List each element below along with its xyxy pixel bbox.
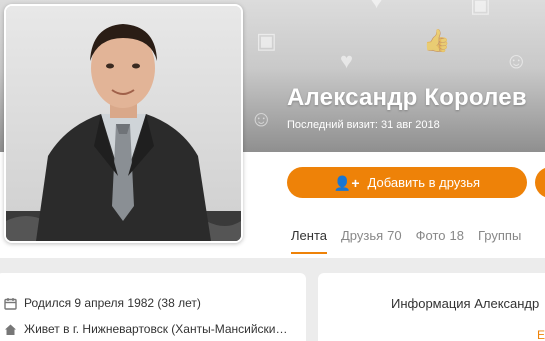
heart-icon: ♥ <box>370 0 384 13</box>
add-friend-label: Добавить в друзья <box>367 175 481 190</box>
avatar[interactable] <box>4 4 243 243</box>
profile-page: ▣ 👍 ♥ ☺ ☺ ▣ ♥ Александр Королев Последни… <box>0 0 545 341</box>
tab-feed[interactable]: Лента <box>291 228 327 254</box>
lives-row: Живет в г. Нижневартовск (Ханты-Мансийск… <box>4 322 288 336</box>
birth-row: Родился 9 апреля 1982 (38 лет) <box>4 296 201 310</box>
smile-icon: ☺ <box>505 48 528 73</box>
tab-photos-count: 18 <box>449 228 464 243</box>
home-icon <box>5 324 16 335</box>
heart-icon: ♥ <box>340 48 354 73</box>
photo-icon: ▣ <box>470 0 491 17</box>
info-card-title: Информация Александр <box>391 296 540 311</box>
add-friend-button[interactable]: 👤+ Добавить в друзья <box>287 167 527 198</box>
photo-icon: ▣ <box>256 28 277 53</box>
lives-text[interactable]: Живет в г. Нижневартовск (Ханты-Мансийск… <box>24 322 288 336</box>
like-icon: 👍 <box>423 28 451 53</box>
avatar-photo <box>6 6 241 241</box>
profile-name: Александр Королев <box>287 84 527 111</box>
smile-icon: ☺ <box>250 106 273 131</box>
birth-text: Родился 9 апреля 1982 (38 лет) <box>24 296 201 310</box>
info-card-link[interactable]: Е <box>537 328 545 341</box>
last-visit: Последний визит: 31 авг 2018 <box>287 119 440 131</box>
profile-tabs: Лента Друзья 70 Фото 18 Группы <box>291 228 535 254</box>
tab-friends[interactable]: Друзья 70 <box>341 228 402 254</box>
tab-friends-count: 70 <box>387 228 402 243</box>
tab-photos[interactable]: Фото 18 <box>416 228 464 254</box>
tab-groups[interactable]: Группы <box>478 228 521 254</box>
user-plus-icon: 👤+ <box>333 174 360 191</box>
calendar-icon <box>4 297 17 310</box>
